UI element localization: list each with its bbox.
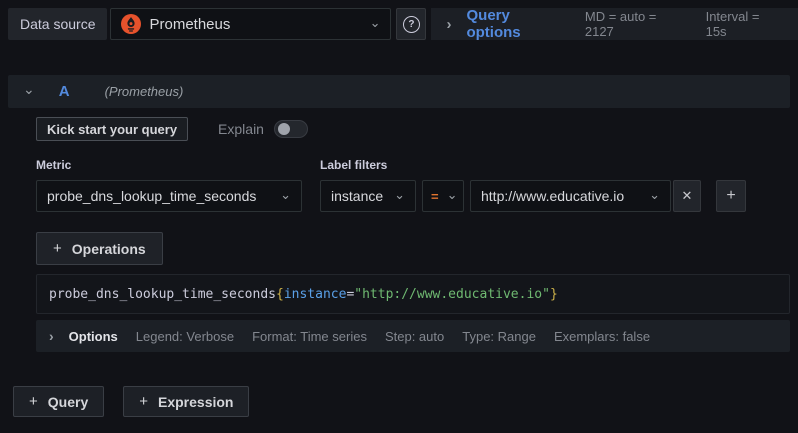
chevron-down-icon: ⌄ <box>280 186 291 202</box>
add-query-label: Query <box>47 393 89 410</box>
add-query-button[interactable]: + Query <box>13 386 105 417</box>
label-filter-row: instance ⌄ = ⌄ http://www.educative.io ⌄… <box>320 180 746 212</box>
filter-name-value: instance <box>331 188 384 204</box>
query-options-label: Query options <box>466 7 521 41</box>
query-ref-id: A <box>58 83 70 100</box>
metric-field: Metric probe_dns_lookup_time_seconds ⌄ <box>36 158 302 212</box>
interval-value: Interval = 15s <box>705 9 760 39</box>
metric-label: Metric <box>36 158 72 172</box>
filter-operator-select[interactable]: = ⌄ <box>422 180 464 212</box>
options-exemplars: Exemplars: false <box>553 328 651 344</box>
label-filters-field: Label filters instance ⌄ = ⌄ http://www.… <box>320 158 746 212</box>
footer: + Query + Expression <box>13 386 798 417</box>
filter-value: http://www.educative.io <box>481 188 625 204</box>
options-title: Options <box>68 328 118 344</box>
query-row-body: Kick start your query Explain Metric pro… <box>36 117 790 352</box>
data-source-label: Data source <box>8 8 108 40</box>
label-filters-label: Label filters <box>320 158 388 172</box>
help-icon: ? <box>402 15 420 33</box>
chevron-right-icon: › <box>446 15 452 33</box>
toolbar: Data source Prometheus ⌄ ? › Query optio… <box>8 7 798 41</box>
kick-start-query-button[interactable]: Kick start your query <box>36 117 189 141</box>
prometheus-icon <box>121 14 142 34</box>
datasource-hint: (Prometheus) <box>104 84 184 99</box>
chevron-down-icon: ⌄ <box>23 81 35 97</box>
preview-close-brace: } <box>549 286 558 302</box>
preview-label-value: "http://www.educative.io" <box>354 286 550 302</box>
max-data-points-value: MD = auto = 2127 <box>584 9 657 39</box>
add-operations-button[interactable]: + Operations <box>36 232 163 265</box>
operations-label: Operations <box>71 240 146 257</box>
filter-operator-value: = <box>431 188 439 204</box>
query-editor: Data source Prometheus ⌄ ? › Query optio… <box>0 0 798 433</box>
chevron-right-icon: › <box>49 328 54 344</box>
close-icon: ✕ <box>681 188 693 203</box>
explain-label: Explain <box>218 121 264 137</box>
toggle-knob-icon <box>277 123 290 135</box>
query-row-header[interactable]: ⌄ A (Prometheus) <box>8 75 790 108</box>
add-expression-label: Expression <box>158 393 234 410</box>
options-step: Step: auto <box>384 328 445 344</box>
add-filter-button[interactable]: + <box>716 180 746 212</box>
options-legend: Legend: Verbose <box>135 328 235 344</box>
chevron-down-icon: ⌄ <box>394 186 405 202</box>
options-type: Type: Range <box>462 328 536 344</box>
query-options-header[interactable]: › Query options MD = auto = 2127 Interva… <box>431 7 798 41</box>
data-source-select[interactable]: Prometheus ⌄ <box>110 8 392 40</box>
chevron-down-icon: ⌄ <box>446 186 458 202</box>
operations-row: + Operations <box>36 232 790 265</box>
chevron-down-icon: ⌄ <box>649 186 660 202</box>
query-preview: probe_dns_lookup_time_seconds{instance = "… <box>36 274 790 314</box>
options-header[interactable]: › Options Legend: Verbose Format: Time s… <box>36 320 790 352</box>
filter-value-select[interactable]: http://www.educative.io ⌄ <box>470 180 671 212</box>
kickstart-row: Kick start your query Explain <box>36 117 790 141</box>
data-source-value: Prometheus <box>149 15 231 33</box>
metric-select[interactable]: probe_dns_lookup_time_seconds ⌄ <box>36 180 302 212</box>
filter-name-select[interactable]: instance ⌄ <box>320 180 416 212</box>
explain-toggle[interactable] <box>273 120 308 138</box>
preview-label-name: instance <box>283 286 347 302</box>
preview-equals: = <box>346 286 355 302</box>
remove-filter-button[interactable]: ✕ <box>673 180 701 212</box>
preview-metric: probe_dns_lookup_time_seconds <box>49 286 276 302</box>
plus-icon: + <box>139 393 148 410</box>
plus-icon: + <box>29 393 38 410</box>
add-expression-button[interactable]: + Expression <box>123 386 250 417</box>
plus-icon: + <box>53 240 62 257</box>
metric-value: probe_dns_lookup_time_seconds <box>47 188 257 204</box>
query-builder: Metric probe_dns_lookup_time_seconds ⌄ L… <box>36 158 790 212</box>
plus-icon: + <box>726 187 736 204</box>
help-button[interactable]: ? <box>396 8 427 40</box>
options-format: Format: Time series <box>252 328 367 344</box>
preview-open-brace: { <box>275 286 284 302</box>
chevron-down-icon: ⌄ <box>369 14 381 30</box>
